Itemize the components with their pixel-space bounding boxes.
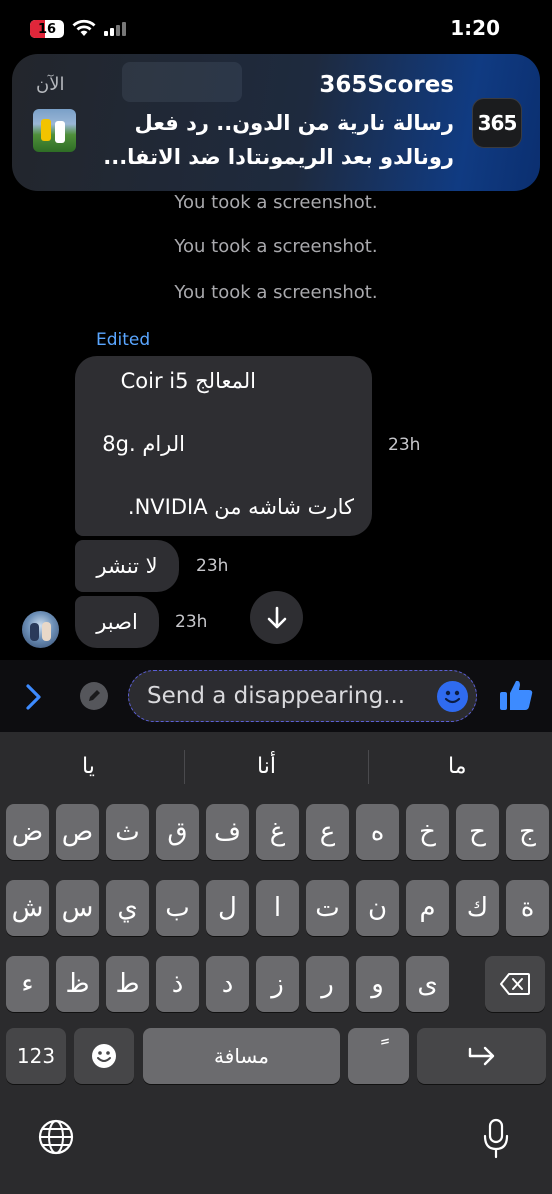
key[interactable]: س: [56, 880, 99, 936]
avatar[interactable]: [22, 611, 59, 648]
notification-app-name: 365Scores: [319, 72, 454, 98]
message-bubble[interactable]: المعالج Coir i5 الرام .8g كارت شاشه من N…: [75, 356, 372, 536]
key[interactable]: ك: [456, 880, 499, 936]
background-blur: [122, 62, 242, 102]
key[interactable]: ا: [256, 880, 299, 936]
system-message: You took a screenshot.: [174, 282, 378, 303]
key[interactable]: ذ: [156, 956, 199, 1012]
emoji-icon: [92, 1044, 116, 1068]
message-timestamp: 23h: [196, 556, 229, 576]
status-bar: 16 1:20: [0, 0, 552, 56]
notification-line-2: رونالدو بعد الريمونتادا ضد الاتفا...: [103, 145, 454, 169]
notification-line-1: رسالة نارية من الدون.. رد فعل: [134, 111, 454, 135]
space-key[interactable]: مسافة: [143, 1028, 340, 1084]
app-icon-text: 365: [477, 111, 518, 135]
message-input-container: [128, 670, 477, 722]
smile-icon: [444, 690, 461, 704]
globe-icon[interactable]: [37, 1118, 75, 1156]
key[interactable]: ح: [456, 804, 499, 860]
message-bubble[interactable]: لا تنشر: [75, 540, 179, 592]
delete-icon: [500, 973, 530, 995]
cellular-signal-icon: [104, 22, 126, 36]
key[interactable]: ز: [256, 956, 299, 1012]
key[interactable]: ج: [506, 804, 549, 860]
diacritic-key[interactable]: ً: [348, 1028, 409, 1084]
return-arrow-icon: [468, 1046, 494, 1066]
edited-label: Edited: [96, 330, 151, 350]
sticker-button[interactable]: [80, 682, 108, 710]
system-message: You took a screenshot.: [174, 236, 378, 257]
key[interactable]: ض: [6, 804, 49, 860]
wifi-icon: [72, 19, 96, 36]
key[interactable]: ع: [306, 804, 349, 860]
battery-level: 16: [37, 21, 57, 37]
app-icon-365scores: 365: [472, 98, 522, 148]
key[interactable]: ق: [156, 804, 199, 860]
key[interactable]: ة: [506, 880, 549, 936]
scroll-to-bottom-button[interactable]: [250, 591, 303, 644]
key[interactable]: د: [206, 956, 249, 1012]
message-line: الرام .8g: [102, 432, 185, 456]
key[interactable]: ط: [106, 956, 149, 1012]
message-composer: [0, 660, 552, 732]
status-time: 1:20: [450, 16, 500, 40]
key[interactable]: ه: [356, 804, 399, 860]
notification-time: الآن: [36, 74, 65, 95]
delete-key[interactable]: [485, 956, 545, 1012]
key[interactable]: ت: [306, 880, 349, 936]
notification-thumbnail: [33, 109, 76, 152]
emoji-button[interactable]: [437, 681, 468, 712]
key[interactable]: و: [356, 956, 399, 1012]
message-input[interactable]: [147, 671, 437, 721]
return-key[interactable]: [417, 1028, 546, 1084]
pen-icon: [89, 690, 100, 701]
message-line: المعالج Coir i5: [120, 369, 256, 393]
key[interactable]: م: [406, 880, 449, 936]
key[interactable]: خ: [406, 804, 449, 860]
microphone-icon[interactable]: [482, 1118, 510, 1160]
notification-body: رسالة نارية من الدون.. رد فعل رونالدو بع…: [74, 106, 454, 174]
system-message: You took a screenshot.: [174, 192, 378, 213]
key[interactable]: ن: [356, 880, 399, 936]
key[interactable]: غ: [256, 804, 299, 860]
numbers-key[interactable]: 123: [6, 1028, 66, 1084]
chevron-right-icon[interactable]: [24, 683, 44, 711]
key[interactable]: ء: [6, 956, 49, 1012]
suggestion-item[interactable]: أنا: [257, 754, 276, 779]
message-text: لا تنشر: [96, 554, 158, 578]
key[interactable]: ر: [306, 956, 349, 1012]
key[interactable]: ف: [206, 804, 249, 860]
key[interactable]: ش: [6, 880, 49, 936]
message-timestamp: 23h: [388, 435, 421, 455]
suggestion-item[interactable]: يا: [82, 754, 95, 779]
arrow-down-icon: [267, 606, 286, 628]
message-line: كارت شاشه من NVIDIA.: [127, 495, 354, 519]
key[interactable]: ى: [406, 956, 449, 1012]
key[interactable]: ل: [206, 880, 249, 936]
message-text: اصبر: [96, 610, 138, 634]
key[interactable]: ي: [106, 880, 149, 936]
suggestion-item[interactable]: ما: [448, 754, 467, 779]
message-timestamp: 23h: [175, 612, 208, 632]
battery-icon: 16: [30, 20, 64, 38]
thumbs-up-icon[interactable]: [498, 678, 534, 712]
key[interactable]: ظ: [56, 956, 99, 1012]
push-notification[interactable]: الآن 365Scores رسالة نارية من الدون.. رد…: [12, 54, 540, 191]
message-bubble[interactable]: اصبر: [75, 596, 159, 648]
key[interactable]: ب: [156, 880, 199, 936]
emoji-key[interactable]: [74, 1028, 134, 1084]
keyboard: يا أنا ما 123 مسافة ً: [0, 732, 552, 1194]
key[interactable]: ث: [106, 804, 149, 860]
key[interactable]: ص: [56, 804, 99, 860]
suggestion-bar: يا أنا ما: [0, 732, 552, 802]
